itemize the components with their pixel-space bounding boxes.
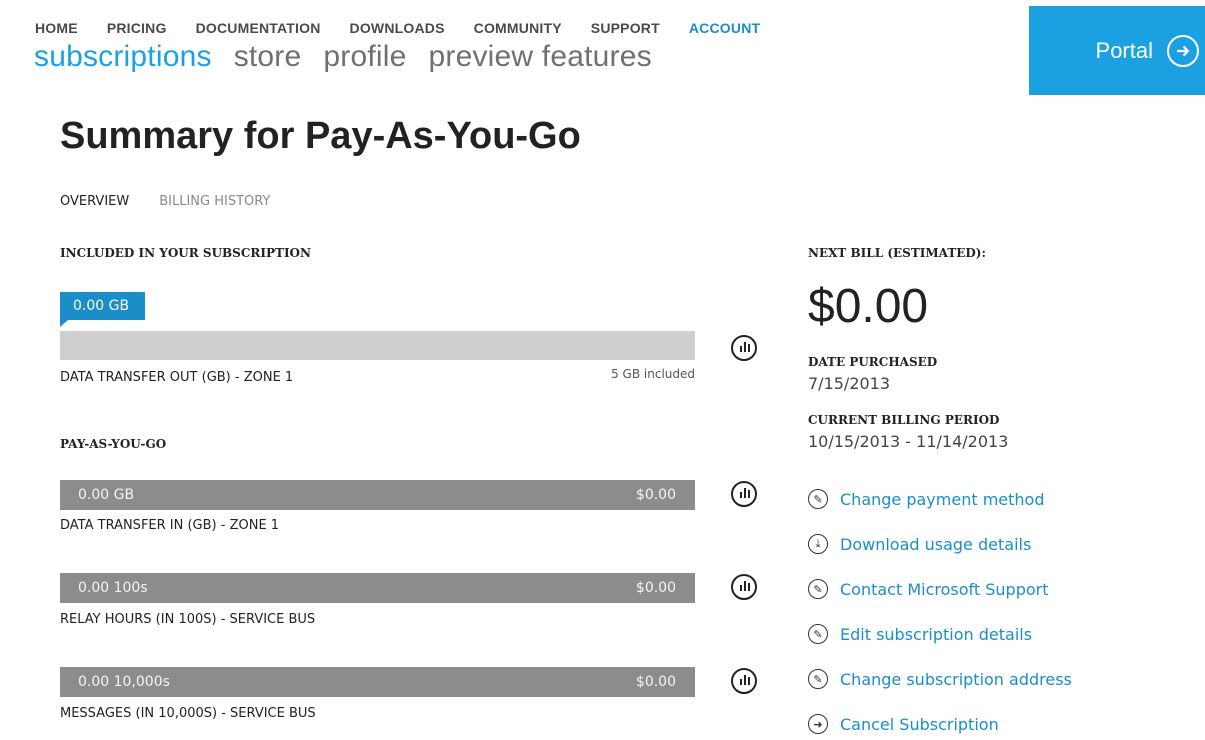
- arrow-right-circle-icon: ➜: [808, 714, 828, 734]
- portal-label: Portal: [1095, 37, 1153, 63]
- sub-nav: subscriptions store profile preview feat…: [34, 40, 674, 74]
- tab-overview[interactable]: OVERVIEW: [60, 194, 129, 209]
- nav-account[interactable]: ACCOUNT: [689, 20, 760, 36]
- cancel-subscription-link[interactable]: ➜ Cancel Subscription: [808, 714, 999, 734]
- usage-tooltip: 0.00 GB: [60, 292, 145, 327]
- change-address-link[interactable]: ✎ Change subscription address: [808, 669, 1072, 689]
- change-payment-method-link[interactable]: ✎ Change payment method: [808, 489, 1045, 509]
- meter-quantity: 0.00 GB: [78, 487, 135, 503]
- edit-icon: ✎: [808, 489, 828, 509]
- edit-icon: ✎: [808, 579, 828, 599]
- arrow-right-circle-icon: [1167, 34, 1199, 67]
- tab-bar: OVERVIEW BILLING HISTORY: [60, 194, 300, 209]
- subnav-store[interactable]: store: [234, 40, 302, 74]
- meter-quantity: 0.00 10,000s: [78, 674, 170, 690]
- billing-period-label: CURRENT BILLING PERIOD: [808, 413, 1000, 427]
- subnav-subscriptions[interactable]: subscriptions: [34, 40, 212, 74]
- nav-pricing[interactable]: PRICING: [107, 20, 167, 36]
- meter-quantity: 0.00 100s: [78, 580, 148, 596]
- edit-icon: ✎: [808, 624, 828, 644]
- payg-heading: PAY-AS-YOU-GO: [60, 437, 167, 451]
- subnav-profile[interactable]: profile: [323, 40, 406, 74]
- tab-billing-history[interactable]: BILLING HISTORY: [159, 194, 270, 209]
- download-usage-link[interactable]: ⤓ Download usage details: [808, 534, 1031, 554]
- link-label: Download usage details: [840, 534, 1032, 554]
- chart-icon[interactable]: [731, 668, 757, 694]
- meter-label: DATA TRANSFER IN (GB) - ZONE 1: [60, 518, 280, 533]
- next-bill-label: NEXT BILL (ESTIMATED):: [808, 246, 986, 260]
- meter-bar: 0.00 100s $0.00: [60, 573, 695, 603]
- link-label: Change payment method: [840, 489, 1045, 509]
- included-heading: INCLUDED IN YOUR SUBSCRIPTION: [60, 246, 311, 260]
- meter-label: MESSAGES (IN 10,000S) - SERVICE BUS: [60, 706, 316, 721]
- link-label: Change subscription address: [840, 669, 1072, 689]
- link-label: Cancel Subscription: [840, 714, 999, 734]
- nav-home[interactable]: HOME: [35, 20, 78, 36]
- link-label: Edit subscription details: [840, 624, 1033, 644]
- allowance-text: 5 GB included: [611, 367, 695, 381]
- nav-community[interactable]: COMMUNITY: [474, 20, 562, 36]
- meter-label: DATA TRANSFER OUT (GB) - ZONE 1: [60, 370, 294, 385]
- date-purchased-label: DATE PURCHASED: [808, 355, 938, 369]
- meter-cost: $0.00: [635, 487, 676, 503]
- nav-downloads[interactable]: DOWNLOADS: [350, 20, 445, 36]
- billing-period: 10/15/2013 - 11/14/2013: [808, 432, 1009, 451]
- edit-subscription-link[interactable]: ✎ Edit subscription details: [808, 624, 1032, 644]
- portal-button[interactable]: Portal: [1029, 6, 1205, 95]
- meter-cost: $0.00: [635, 674, 676, 690]
- date-purchased: 7/15/2013: [808, 374, 891, 393]
- meter-label: RELAY HOURS (IN 100S) - SERVICE BUS: [60, 612, 316, 627]
- chart-icon[interactable]: [731, 574, 757, 600]
- contact-support-link[interactable]: ✎ Contact Microsoft Support: [808, 579, 1048, 599]
- edit-icon: ✎: [808, 669, 828, 689]
- link-label: Contact Microsoft Support: [840, 579, 1049, 599]
- meter-cost: $0.00: [635, 580, 676, 596]
- chart-icon[interactable]: [731, 481, 757, 507]
- chart-icon[interactable]: [731, 335, 757, 361]
- usage-bar: [60, 331, 695, 360]
- nav-documentation[interactable]: DOCUMENTATION: [196, 20, 321, 36]
- nav-support[interactable]: SUPPORT: [591, 20, 660, 36]
- page-title: Summary for Pay-As-You-Go: [60, 115, 581, 157]
- next-bill-amount: $0.00: [808, 280, 929, 333]
- download-icon: ⤓: [808, 534, 828, 554]
- subnav-preview-features[interactable]: preview features: [429, 40, 652, 74]
- top-nav: HOME PRICING DOCUMENTATION DOWNLOADS COM…: [35, 20, 789, 36]
- meter-bar: 0.00 10,000s $0.00: [60, 667, 695, 697]
- meter-bar: 0.00 GB $0.00: [60, 480, 695, 510]
